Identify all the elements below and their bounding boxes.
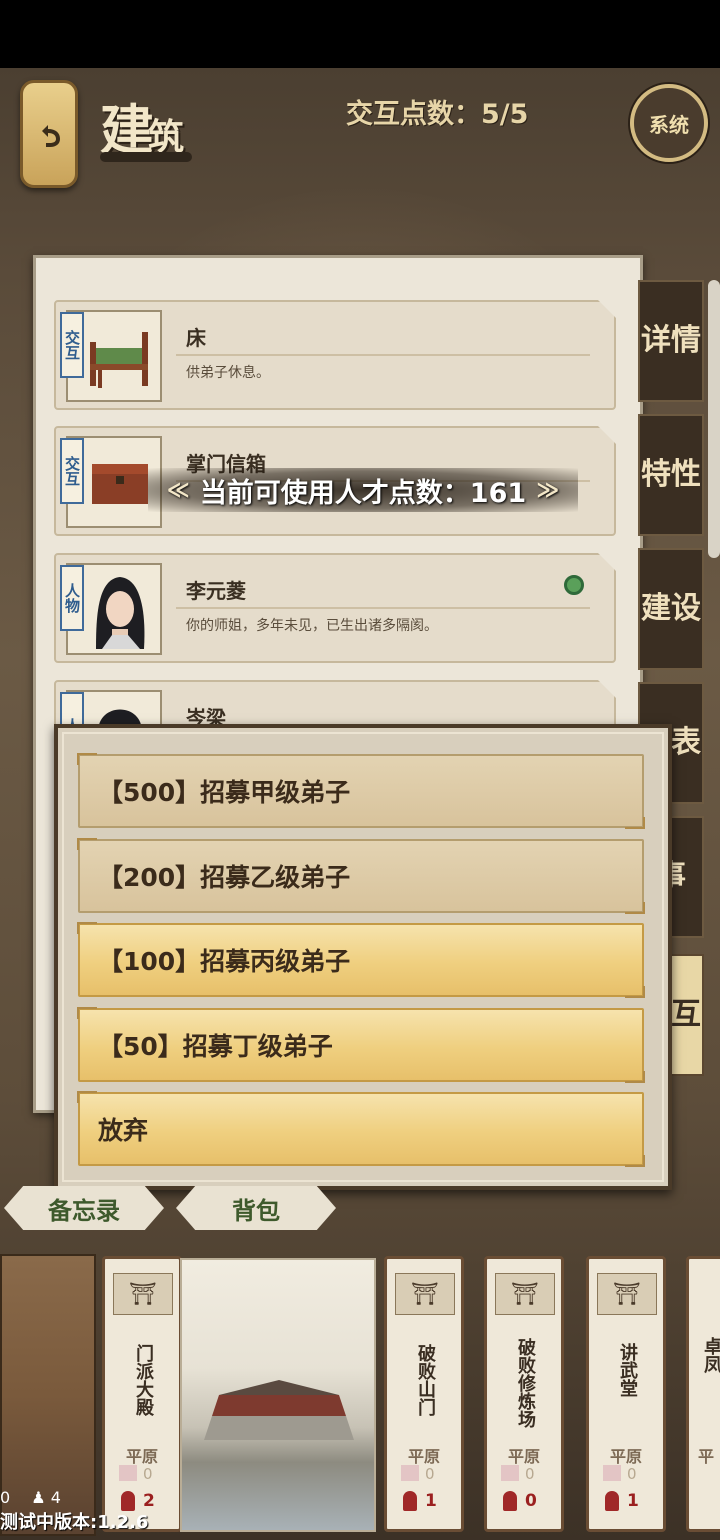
card-desc: 你的师姐，多年未见，已生出诸多隔阂。 xyxy=(186,618,438,634)
back-button[interactable] xyxy=(20,80,78,188)
recruit-grade-c-button[interactable]: 【100】招募丙级弟子 xyxy=(77,922,645,998)
card-tag: 人物 xyxy=(60,565,84,631)
status-counters: 0 ♟ 4 xyxy=(0,1488,61,1507)
card-corner xyxy=(598,680,616,698)
recruit-grade-b-button[interactable]: 【200】招募乙级弟子 xyxy=(77,838,645,914)
building-icon: ⛩ xyxy=(495,1273,555,1315)
recruit-grade-a-button[interactable]: 【500】招募甲级弟子 xyxy=(77,753,645,829)
flag-icon xyxy=(603,1465,621,1481)
building-count-a: 0 xyxy=(627,1465,637,1483)
building-card[interactable]: ⛩ 破败修炼场 平原 0 0 xyxy=(484,1256,564,1532)
person-icon xyxy=(605,1491,619,1511)
ornament-right-icon: ≫ xyxy=(536,477,560,503)
flag-icon xyxy=(501,1465,519,1481)
building-card[interactable]: ⛩ 破败山门 平原 0 1 xyxy=(384,1256,464,1532)
building-count-a: 0 xyxy=(143,1465,153,1483)
card-corner xyxy=(598,553,616,571)
building-name: 破败山门 xyxy=(415,1344,436,1416)
building-terrain: 平原 xyxy=(507,1447,540,1466)
card-name: 床 xyxy=(186,326,206,350)
people-icon: ♟ xyxy=(31,1488,46,1507)
card-corner xyxy=(598,426,616,444)
building-terrain: 平原 xyxy=(407,1447,440,1466)
building-terrain: 平 xyxy=(697,1447,714,1466)
card-divider xyxy=(176,607,590,609)
card-divider xyxy=(176,354,590,356)
building-preview-image xyxy=(180,1258,376,1532)
building-card-strip: ⛩ 门派大殿 平原 0 2 ⛩ 破败山门 平原 0 1 ⛩ 破败修炼场 平原 0 xyxy=(0,1246,720,1540)
scrollbar[interactable] xyxy=(708,280,720,558)
toast-text: 当前可使用人才点数：161 xyxy=(199,477,527,509)
status-dot-icon xyxy=(564,575,584,595)
give-up-button[interactable]: 放弃 xyxy=(77,1091,645,1167)
interaction-points: 交互点数：5/5 xyxy=(346,99,529,130)
building-card[interactable]: 卓凤 平 xyxy=(686,1256,720,1532)
card-name: 李元菱 xyxy=(186,579,246,603)
building-name: 讲武堂 xyxy=(617,1343,638,1397)
card-tag: 交互 xyxy=(60,438,84,504)
flag-icon xyxy=(119,1465,137,1481)
recruit-dialog: 【500】招募甲级弟子 【200】招募乙级弟子 【100】招募丙级弟子 【50】… xyxy=(54,724,672,1190)
tab-traits[interactable]: 特性 xyxy=(638,414,704,536)
people-count: 4 xyxy=(50,1488,61,1507)
person-icon xyxy=(403,1491,417,1511)
flag-icon xyxy=(401,1465,419,1481)
tab-details[interactable]: 详情 xyxy=(638,280,704,402)
building-count-a: 0 xyxy=(425,1465,435,1483)
bag-tab[interactable]: 背包 xyxy=(176,1186,336,1230)
ornament-left-icon: ≪ xyxy=(166,477,190,503)
memo-tab[interactable]: 备忘录 xyxy=(4,1186,164,1230)
back-arrow-icon xyxy=(42,125,60,147)
tab-build[interactable]: 建设 xyxy=(638,548,704,670)
list-item-character[interactable]: 人物 李元菱 你的师姐，多年未见，已生出诸多隔阂。 xyxy=(54,553,616,663)
building-count-a: 0 xyxy=(525,1465,535,1483)
card-tag: 交互 xyxy=(60,312,84,378)
building-icon: ⛩ xyxy=(113,1273,173,1315)
building-count-b: 0 xyxy=(525,1491,537,1511)
card-corner xyxy=(598,300,616,318)
title-underline xyxy=(100,152,192,162)
building-name: 门派大殿 xyxy=(133,1344,154,1416)
building-name: 破败修炼场 xyxy=(515,1338,536,1428)
person-icon xyxy=(503,1491,517,1511)
building-card[interactable]: ⛩ 讲武堂 平原 0 1 xyxy=(586,1256,666,1532)
building-count-b: 1 xyxy=(627,1491,639,1511)
building-count-b: 1 xyxy=(425,1491,437,1511)
building-name: 卓凤 xyxy=(701,1337,720,1373)
left-count: 0 xyxy=(0,1488,11,1507)
building-card[interactable]: ⛩ 门派大殿 平原 0 2 xyxy=(102,1256,182,1532)
recruit-grade-d-button[interactable]: 【50】招募丁级弟子 xyxy=(77,1007,645,1083)
building-icon: ⛩ xyxy=(395,1273,455,1315)
list-item-bed[interactable]: 交互 床 供弟子休息。 xyxy=(54,300,616,410)
building-terrain: 平原 xyxy=(609,1447,642,1466)
version-label: 测试中版本:1.2.6 xyxy=(0,1512,149,1533)
game-scene: 建筑 交互点数：5/5 系统 交互 床 供弟子休息。 交互 掌门信箱 人物 李元… xyxy=(0,68,720,1540)
temple-illustration xyxy=(204,1380,354,1440)
talent-points-toast: ≪ 当前可使用人才点数：161 ≫ xyxy=(148,468,578,512)
building-icon: ⛩ xyxy=(597,1273,657,1315)
system-button[interactable]: 系统 xyxy=(630,84,708,162)
building-terrain: 平原 xyxy=(125,1447,158,1466)
card-desc: 供弟子休息。 xyxy=(186,365,270,381)
